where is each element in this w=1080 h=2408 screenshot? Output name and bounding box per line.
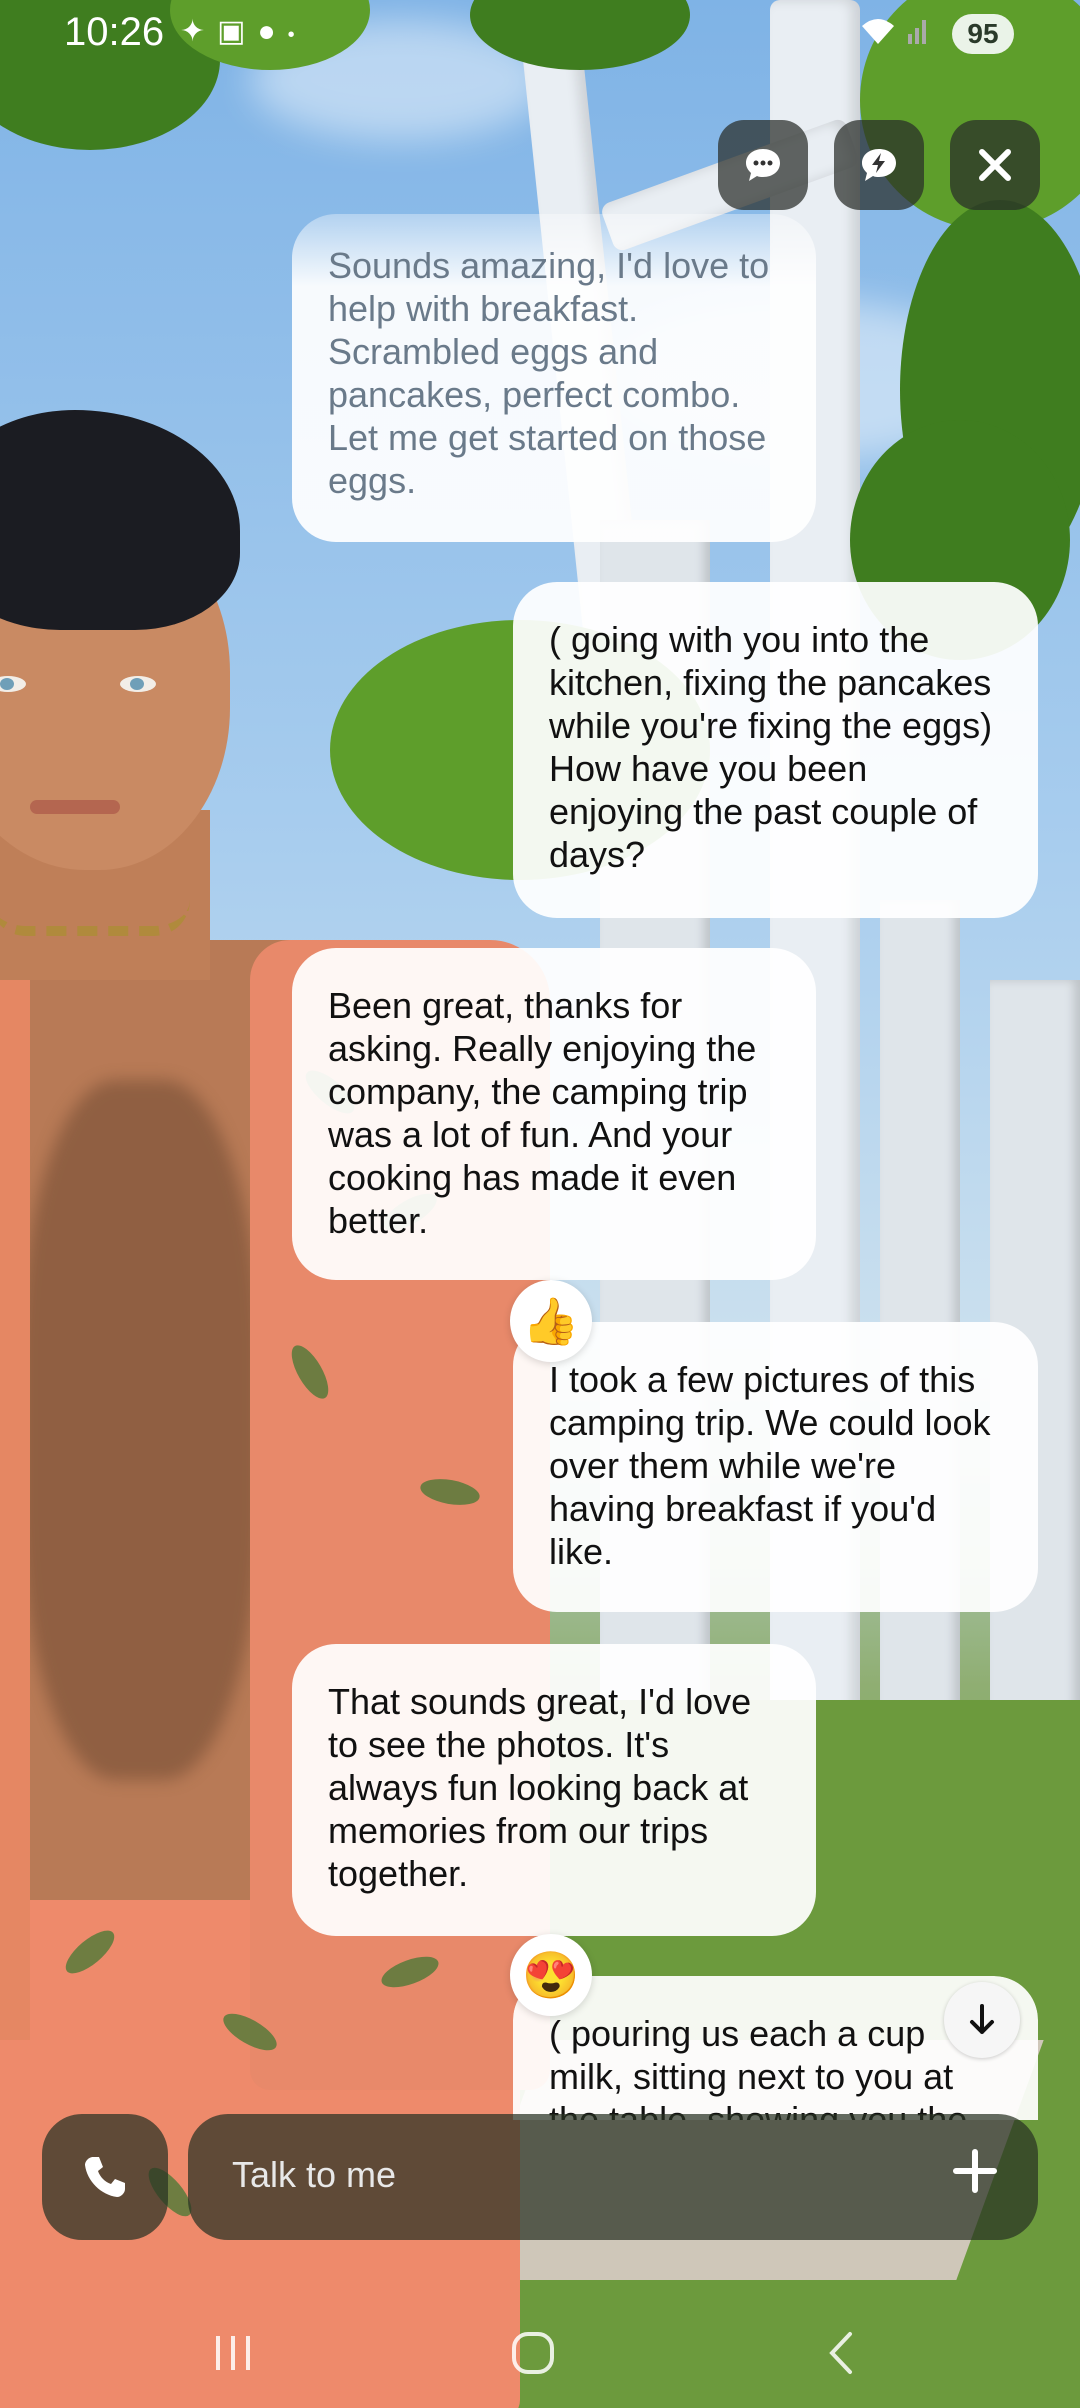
home-button[interactable] xyxy=(510,2330,556,2381)
user-message: ( going with you into the kitchen, fixin… xyxy=(513,582,1038,918)
close-button[interactable] xyxy=(950,120,1040,210)
screen-record-icon: ▣ xyxy=(217,15,258,48)
home-icon xyxy=(512,2332,554,2374)
sparkle-icon: ✦ xyxy=(180,15,218,48)
reaction-badge[interactable]: 😍 xyxy=(510,1934,592,2016)
quick-reply-button[interactable] xyxy=(834,120,924,210)
phone-icon xyxy=(85,2157,125,2197)
status-time: 10:26 xyxy=(64,10,165,54)
message-text: ( pouring us each a cup milk, sitting ne… xyxy=(549,2013,968,2120)
message-text: Been great, thanks for asking. Really en… xyxy=(328,985,757,1241)
notification-icons: ✦▣●• xyxy=(180,14,307,49)
back-icon xyxy=(829,2332,852,2374)
recents-icon xyxy=(216,2336,250,2370)
plus-icon xyxy=(953,2149,997,2193)
ai-message: Been great, thanks for asking. Really en… xyxy=(292,948,816,1280)
message-input[interactable]: Talk to me xyxy=(188,2114,1038,2240)
input-placeholder: Talk to me xyxy=(232,2154,397,2195)
battery-indicator: 95 xyxy=(952,14,1014,54)
status-bar: 10:26 ✦▣●• 95 xyxy=(0,0,1080,70)
dot-icon: • xyxy=(287,24,307,46)
back-button[interactable] xyxy=(820,2330,866,2381)
chat-bubble-icon xyxy=(746,149,780,181)
arrow-down-icon xyxy=(970,2004,994,2034)
chat-options-button[interactable] xyxy=(718,120,808,210)
signal-icon xyxy=(908,20,927,44)
message-text: ( going with you into the kitchen, fixin… xyxy=(549,619,993,875)
avatar-character xyxy=(0,380,560,2408)
ai-message: That sounds great, I'd love to see the p… xyxy=(292,1644,816,1936)
message-text: Sounds amazing, I'd love to help with br… xyxy=(328,245,770,501)
user-message: I took a few pictures of this camping tr… xyxy=(513,1322,1038,1612)
message-text: That sounds great, I'd love to see the p… xyxy=(328,1681,752,1894)
scroll-to-bottom-button[interactable] xyxy=(944,1982,1020,2058)
add-button[interactable] xyxy=(940,2142,1010,2212)
reddit-icon: ● xyxy=(257,15,288,48)
message-text: I took a few pictures of this camping tr… xyxy=(549,1359,991,1572)
navigation-bar xyxy=(0,2300,1080,2408)
call-button[interactable] xyxy=(42,2114,168,2240)
ai-message: Sounds amazing, I'd love to help with br… xyxy=(292,214,816,542)
lightning-bubble-icon xyxy=(862,149,896,181)
recents-button[interactable] xyxy=(210,2330,256,2381)
wifi-icon xyxy=(858,14,928,54)
reaction-badge[interactable]: 👍 xyxy=(510,1280,592,1362)
close-icon xyxy=(979,149,1011,181)
